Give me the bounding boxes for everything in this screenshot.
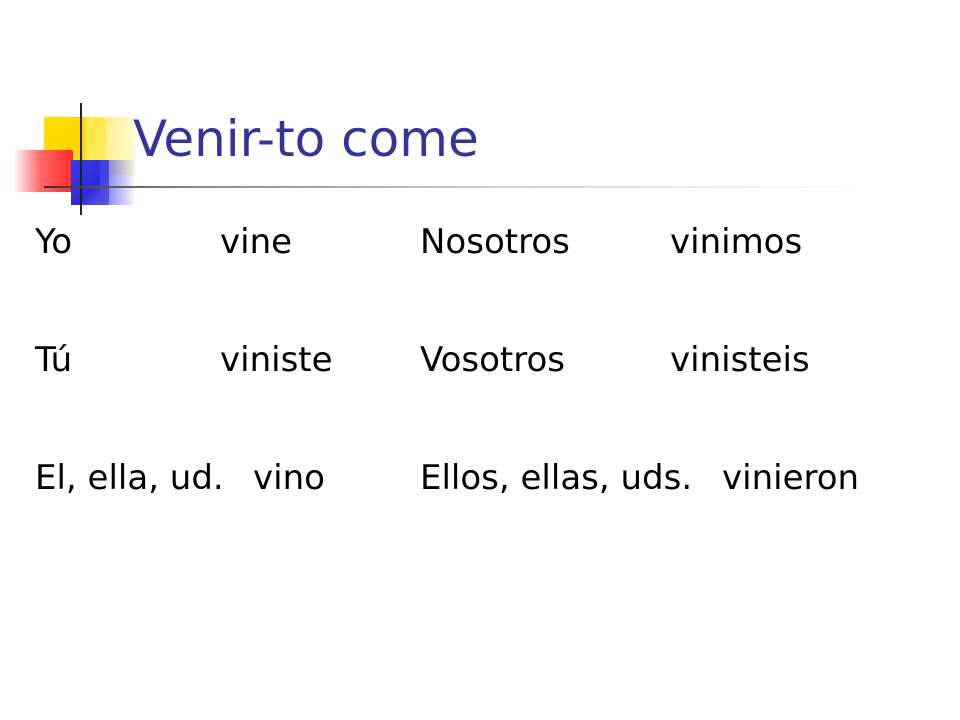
title-underline-rule (44, 186, 864, 188)
conjugation-row: Tú viniste Vosotros vinisteis (35, 336, 935, 454)
plural-pronoun: Nosotros (420, 222, 570, 262)
singular-form: viniste (220, 340, 333, 380)
singular-pronoun: Yo (35, 222, 73, 262)
plural-form: vinimos (670, 222, 803, 262)
plural-form: vinieron (722, 458, 860, 498)
plural-form: vinisteis (670, 340, 810, 380)
plural-pronoun: Ellos, ellas, uds. (420, 458, 693, 498)
slide-title: Venir-to come (133, 110, 479, 168)
plural-pronoun: Vosotros (420, 340, 566, 380)
singular-form: vino (253, 458, 325, 498)
singular-pronoun: El, ella, ud. (35, 458, 224, 498)
conjugation-row: Yo vine Nosotros vinimos (35, 218, 935, 336)
conjugation-table: Yo vine Nosotros vinimos Tú viniste Voso… (35, 218, 935, 572)
singular-form: vine (220, 222, 293, 262)
conjugation-row: El, ella, ud. vino Ellos, ellas, uds. vi… (35, 454, 935, 572)
blue-square-fade (100, 160, 134, 205)
slide: Venir-to come Yo vine Nosotros vinimos T… (0, 0, 960, 720)
singular-pronoun: Tú (35, 340, 73, 380)
vertical-rule (80, 103, 82, 215)
